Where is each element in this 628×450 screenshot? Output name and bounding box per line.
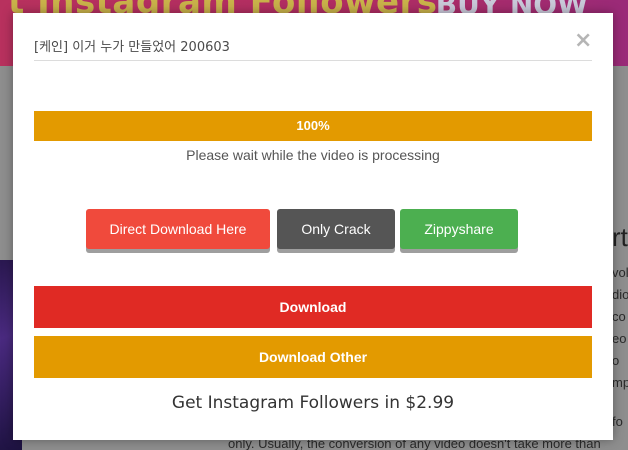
download-button[interactable]: Download [34,286,592,328]
background-line: vol [612,265,628,280]
processing-status: Please wait while the video is processin… [186,147,440,163]
background-line: dio [612,287,628,302]
background-line: o [612,353,620,368]
modal-title: [케인] 이거 누가 만들었어 200603 [34,40,230,55]
background-heading: rt [612,222,628,252]
only-crack-button[interactable]: Only Crack [277,209,395,249]
zippyshare-button[interactable]: Zippyshare [400,209,518,249]
background-line: mp3 [612,375,628,390]
download-other-button[interactable]: Download Other [34,336,592,378]
background-line: co [612,309,626,324]
download-options: Direct Download Here Only Crack Zippysha… [13,209,613,253]
direct-download-button[interactable]: Direct Download Here [86,209,270,249]
background-fragment: fo [612,414,623,429]
close-icon[interactable]: × [574,30,592,52]
progress-bar: 100% [34,111,592,141]
progress-label: 100% [296,118,330,133]
background-line: eo [612,331,627,346]
download-modal: [케인] 이거 누가 만들었어 200603 × 100% Please wai… [13,13,613,440]
promo-link[interactable]: Get Instagram Followers in $2.99 [13,393,613,413]
modal-header: [케인] 이거 누가 만들었어 200603 × [34,13,592,61]
background-paragraph: vol dio co eo o mp3 [612,262,628,394]
